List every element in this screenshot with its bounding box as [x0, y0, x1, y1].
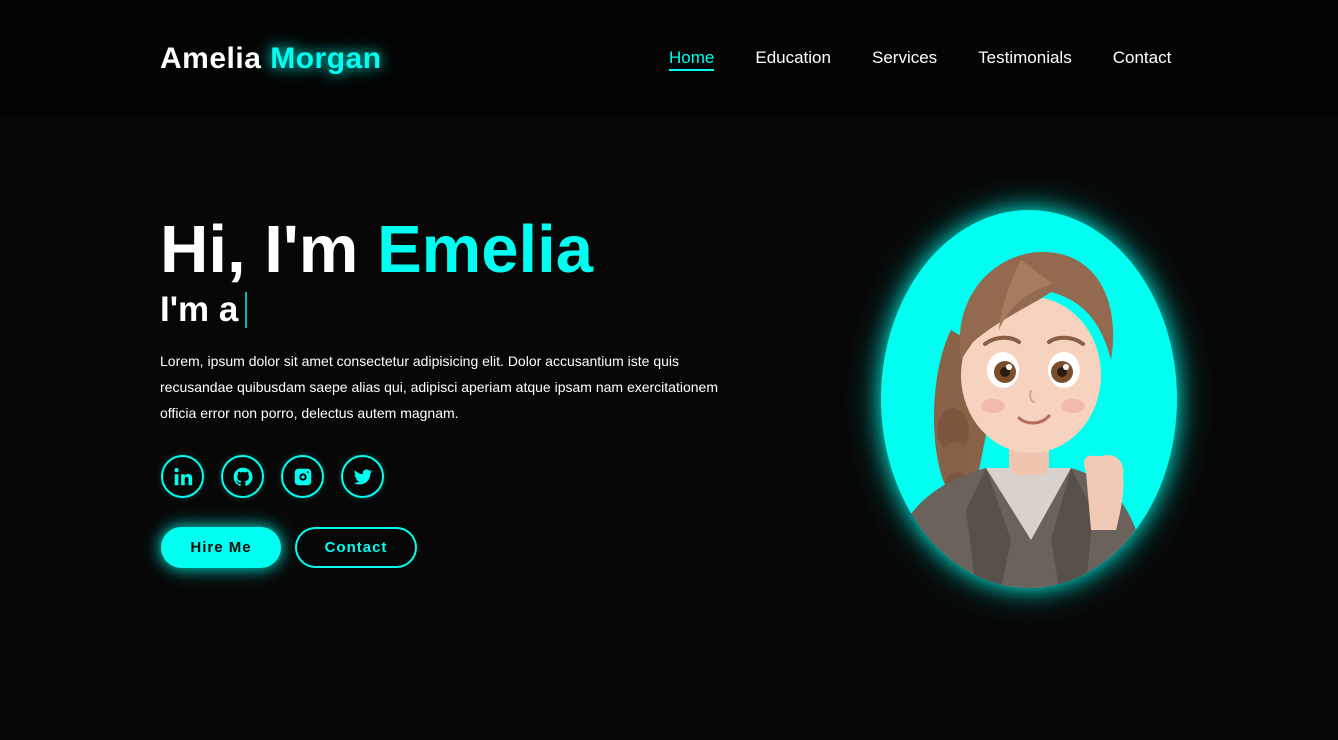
hero-name: Emelia	[376, 212, 594, 287]
instagram-icon	[294, 468, 311, 485]
github-link[interactable]	[221, 455, 264, 498]
twitter-icon	[353, 468, 372, 485]
brand-logo[interactable]: Amelia Morgan	[160, 42, 382, 76]
github-icon	[233, 467, 253, 486]
brand-last-name: Morgan	[270, 42, 382, 75]
nav-home[interactable]: Home	[669, 48, 715, 72]
hire-me-button[interactable]: Hire Me	[161, 527, 281, 568]
social-links	[161, 455, 384, 498]
avatar-illustration	[901, 251, 1143, 588]
hero-title: Hi, I'm Emelia	[160, 212, 593, 288]
page: Amelia Morgan Home Education Services Te…	[0, 0, 1338, 740]
twitter-link[interactable]	[341, 455, 384, 498]
site-header: Amelia Morgan Home Education Services Te…	[0, 0, 1338, 118]
portrait-frame	[881, 210, 1177, 588]
instagram-link[interactable]	[281, 455, 324, 498]
nav-services[interactable]: Services	[872, 48, 937, 72]
linkedin-icon	[173, 467, 192, 485]
hero-subtitle: I'm a	[160, 290, 248, 330]
nav-education[interactable]: Education	[755, 48, 831, 72]
brand-first-name: Amelia	[160, 42, 262, 75]
contact-button[interactable]: Contact	[295, 527, 417, 568]
nav-testimonials[interactable]: Testimonials	[978, 48, 1072, 72]
hero-description: Lorem, ipsum dolor sit amet consectetur …	[160, 353, 718, 421]
typing-caret	[245, 292, 248, 328]
main-nav: Home Education Services Testimonials Con…	[669, 48, 1171, 72]
nav-contact[interactable]: Contact	[1113, 48, 1172, 72]
hero-greeting: Hi, I'm	[160, 212, 359, 287]
linkedin-link[interactable]	[161, 455, 204, 498]
hero-subtitle-text: I'm a	[160, 290, 239, 329]
